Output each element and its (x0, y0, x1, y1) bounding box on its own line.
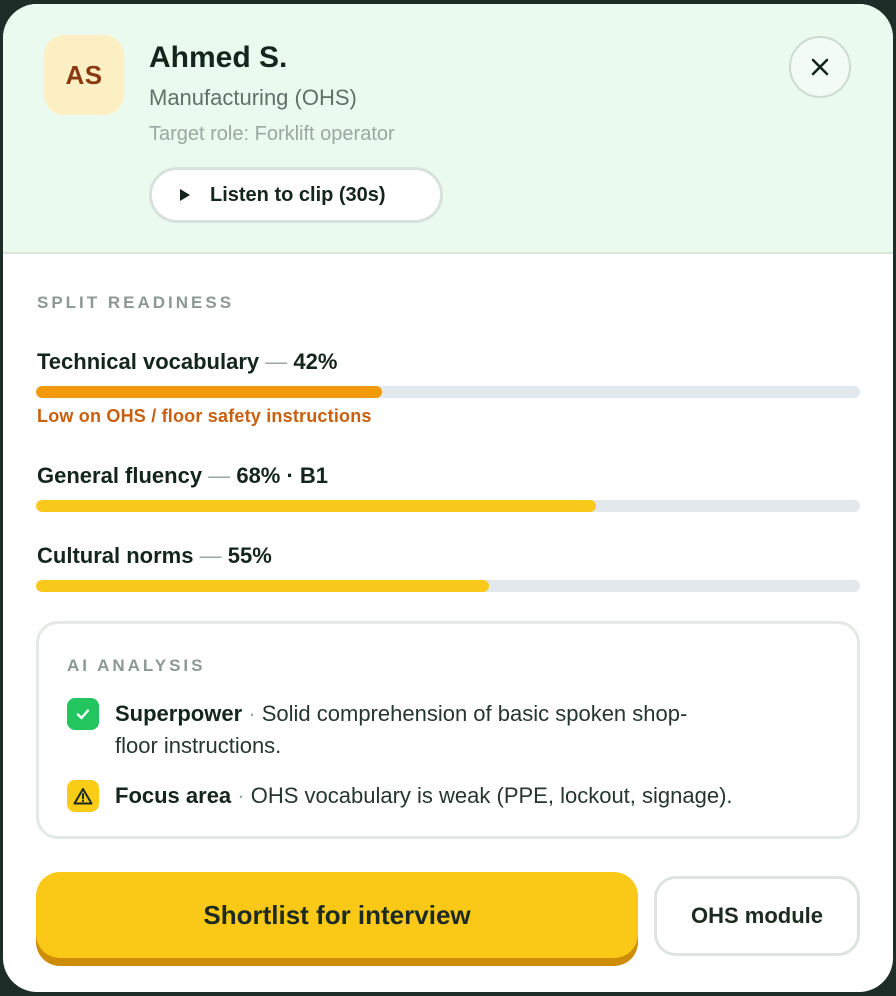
ohs-module-button[interactable]: OHS module (654, 876, 860, 956)
analysis-sep: · (237, 783, 245, 808)
metric-value: 55% (227, 543, 272, 568)
progress-bar-cultural-norms (36, 580, 860, 592)
metric-label: Cultural norms (37, 543, 194, 568)
readiness-title: SPLIT READINESS (37, 293, 235, 312)
play-icon (180, 189, 190, 201)
listen-clip-button[interactable]: Listen to clip (30s) (149, 167, 443, 223)
technical-vocabulary-note: Low on OHS / floor safety instructions (37, 406, 372, 426)
metric-general-fluency: General fluency — 68% · B1 (37, 463, 328, 489)
progress-fill (36, 500, 597, 512)
candidate-department: Manufacturing (OHS) (149, 85, 357, 110)
metric-value: 68% · B1 (236, 463, 329, 488)
analysis-item-superpower: Superpower · Solid comprehension of basi… (67, 698, 687, 762)
warning-icon (67, 780, 99, 812)
metric-label: Technical vocabulary (37, 349, 260, 374)
ai-analysis-panel: AI ANALYSIS Superpower · Solid comprehen… (36, 621, 860, 839)
close-button[interactable] (789, 36, 851, 98)
candidate-name: Ahmed S. (149, 41, 288, 74)
listen-clip-label: Listen to clip (30s) (210, 183, 386, 206)
analysis-line2: floor instructions. (115, 733, 282, 758)
analysis-item-focus-area: Focus area · OHS vocabulary is weak (PPE… (67, 780, 733, 812)
metric-dash: — (265, 349, 288, 374)
metric-dash: — (199, 543, 222, 568)
metric-dash: — (208, 463, 231, 488)
metric-cultural-norms: Cultural norms — 55% (37, 543, 272, 569)
analysis-text: Superpower · Solid comprehension of basi… (115, 698, 687, 762)
check-icon (67, 698, 99, 730)
progress-bar-general-fluency (36, 500, 860, 512)
metric-value: 42% (293, 349, 338, 374)
avatar: AS (44, 35, 124, 115)
analysis-line1: Solid comprehension of basic spoken shop… (261, 701, 688, 726)
analysis-heading: Superpower (115, 701, 243, 726)
target-role: Target role: Forklift operator (149, 123, 395, 145)
analysis-heading: Focus area (115, 783, 232, 808)
analysis-sep: · (248, 701, 256, 726)
ai-analysis-title: AI ANALYSIS (67, 656, 206, 675)
progress-fill (36, 580, 490, 592)
shortlist-button[interactable]: Shortlist for interview (36, 872, 638, 958)
progress-bar-technical-vocabulary (36, 386, 860, 398)
progress-fill (36, 386, 383, 398)
analysis-line1: OHS vocabulary is weak (PPE, lockout, si… (250, 783, 733, 808)
candidate-card: AS Ahmed S. Manufacturing (OHS) Target r… (3, 4, 893, 992)
close-icon (811, 58, 829, 76)
metric-label: General fluency (37, 463, 203, 488)
candidate-header: AS Ahmed S. Manufacturing (OHS) Target r… (3, 4, 893, 254)
analysis-text: Focus area · OHS vocabulary is weak (PPE… (115, 780, 733, 812)
metric-technical-vocabulary: Technical vocabulary — 42% (37, 349, 337, 375)
